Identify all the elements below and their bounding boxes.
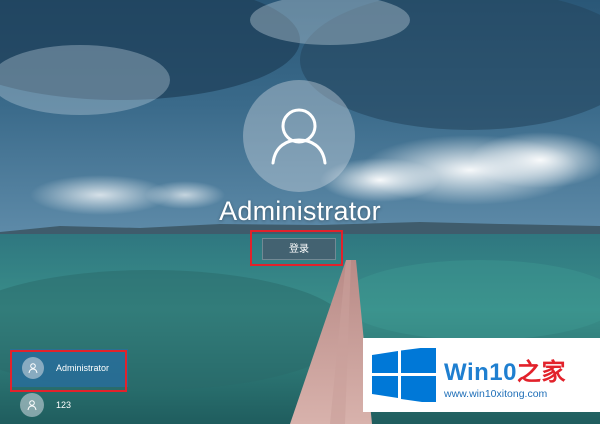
user-tile-123[interactable]: 123: [10, 391, 128, 419]
site-watermark: Win10之家 www.win10xitong.com: [363, 338, 600, 412]
user-avatar: [243, 80, 355, 192]
login-username: Administrator: [219, 196, 381, 226]
watermark-url: www.win10xitong.com: [444, 388, 548, 400]
watermark-title-main: Win10: [444, 359, 517, 386]
signin-highlight-box: [250, 230, 343, 266]
user-avatar-icon: [20, 393, 44, 417]
user-tile-highlight-box: [10, 350, 127, 392]
watermark-title: Win10之家: [444, 352, 566, 387]
windows-logo-icon: [372, 348, 436, 402]
user-tile-label: 123: [56, 400, 72, 410]
watermark-title-accent: 之家: [516, 359, 566, 386]
user-avatar-icon: [271, 108, 327, 165]
